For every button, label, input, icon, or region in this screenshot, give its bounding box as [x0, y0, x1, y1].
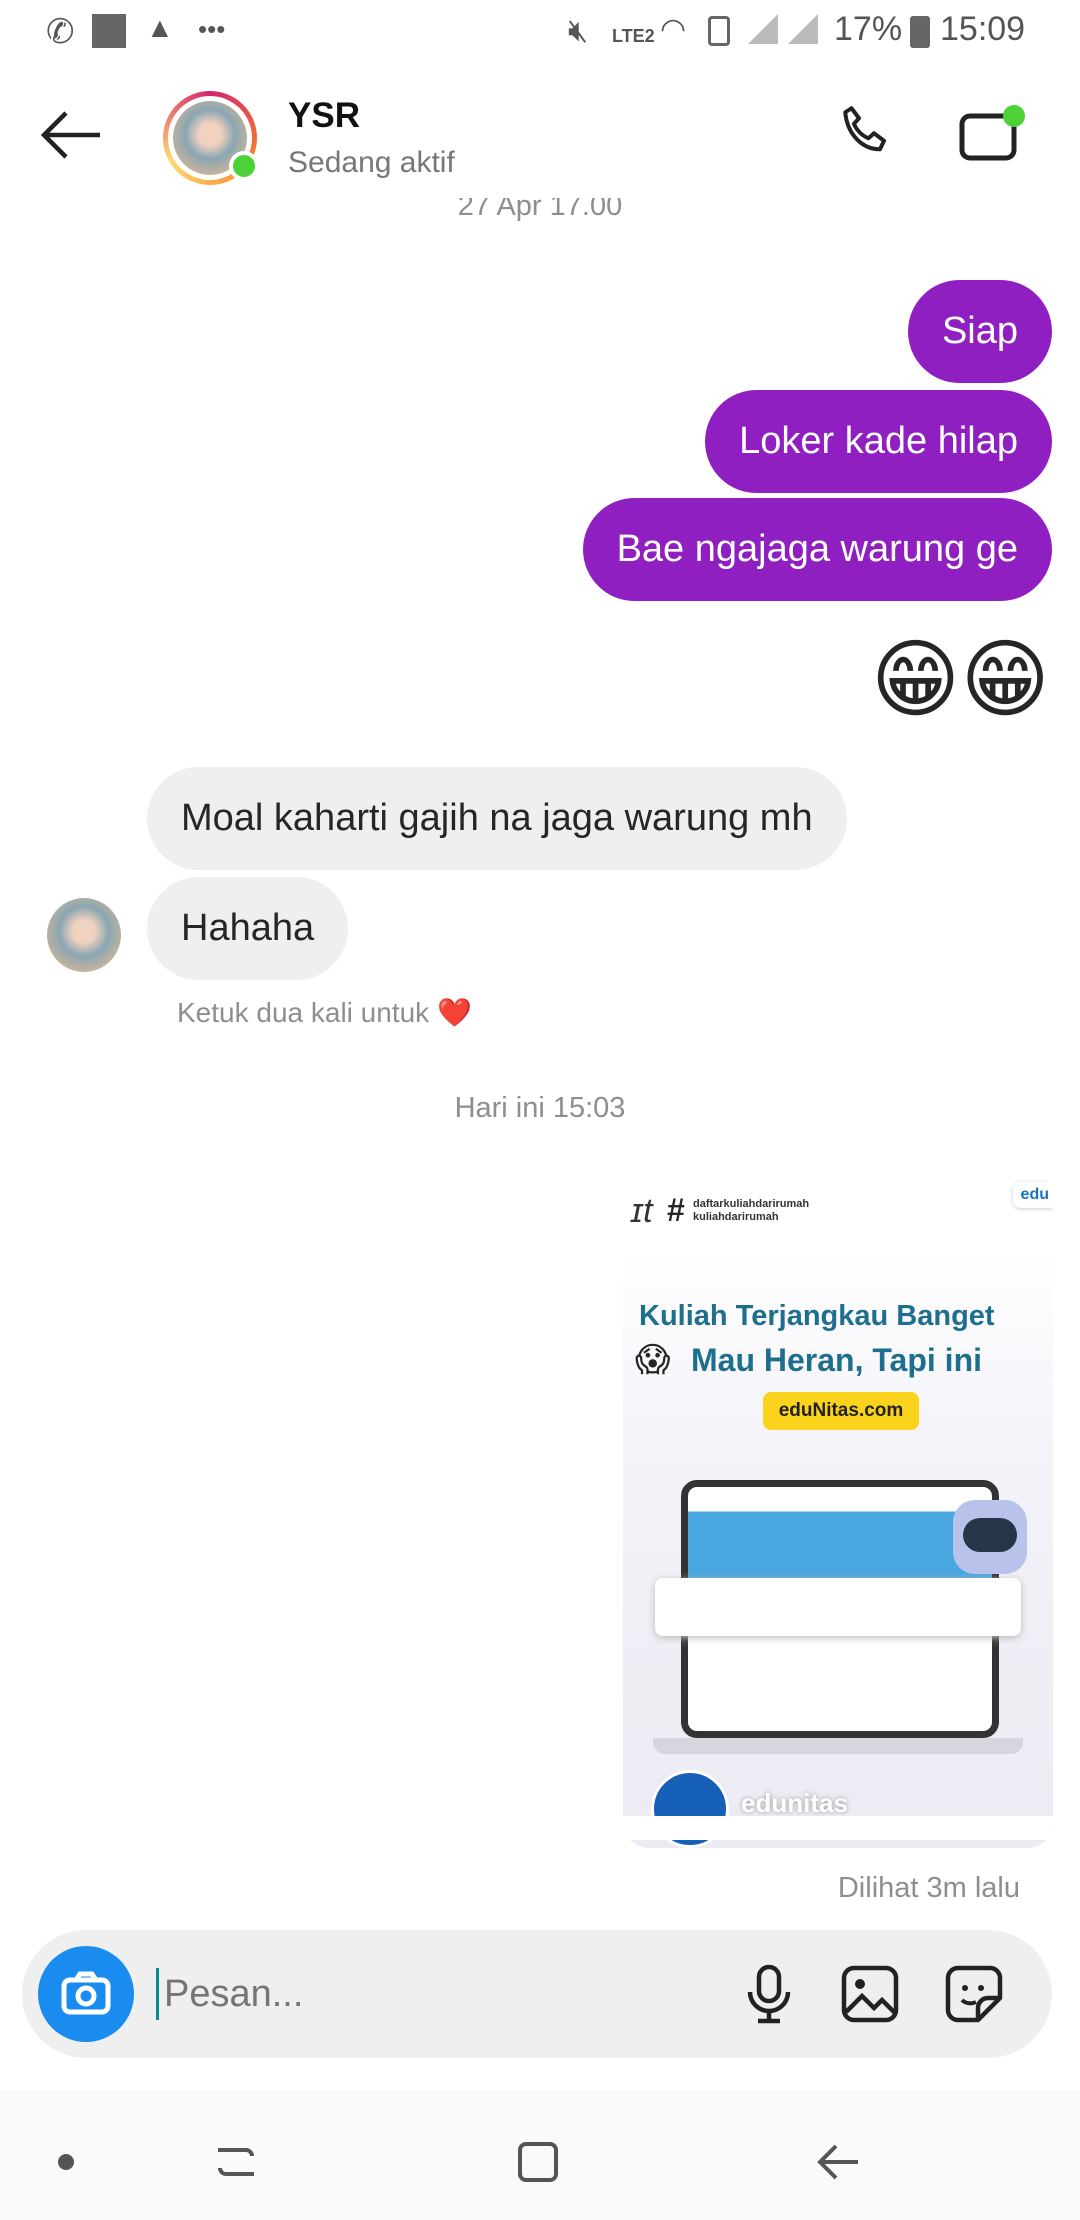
recents-button[interactable]: [214, 2140, 258, 2184]
more-notifications: •••: [198, 14, 226, 44]
edunitas-corner-logo: edu: [1012, 1182, 1053, 1208]
signal-icon: [748, 14, 778, 44]
app-notification-icon: ▲: [146, 12, 174, 43]
post-account-name: edunitas: [741, 1788, 848, 1818]
received-message[interactable]: Moal kaharti gajih na jaga warung mh: [147, 767, 847, 870]
whatsapp-icon: ✆: [46, 13, 75, 51]
post-headline-2: Mau Heran, Tapi ini: [691, 1342, 982, 1378]
call-button[interactable]: [835, 102, 895, 162]
contact-name[interactable]: YSR: [288, 96, 360, 136]
shared-post[interactable]: ɪt # daftarkuliahdarirumah kuliahdariruma…: [623, 1170, 1053, 1848]
laptop-base: [653, 1738, 1023, 1754]
home-button[interactable]: [516, 2140, 560, 2184]
hint-text: Ketuk dua kali untuk: [177, 997, 430, 1028]
sent-message[interactable]: Siap: [907, 280, 1052, 383]
robot-mascot: [953, 1500, 1027, 1574]
camera-button[interactable]: [38, 1946, 134, 2042]
message-composer: [22, 1930, 1052, 2058]
clock: 15:09: [940, 10, 1026, 48]
sticker-icon: [945, 1965, 1003, 2023]
received-message[interactable]: Hahaha: [147, 877, 349, 980]
image-icon: [841, 1965, 899, 2023]
camera-icon: [61, 1971, 111, 2015]
gallery-button[interactable]: [840, 1964, 900, 2024]
shocked-emoji: 😱: [635, 1341, 671, 1379]
video-icon: [959, 105, 1025, 161]
phone-icon: [843, 106, 886, 152]
sent-message[interactable]: Loker kade hilap: [705, 390, 1052, 493]
avatar[interactable]: [163, 91, 259, 185]
mosque-app-icon: [92, 14, 126, 48]
message-input[interactable]: [156, 1960, 716, 2028]
sim-icon: [708, 16, 730, 46]
back-button[interactable]: [40, 110, 102, 160]
seen-status: Dilihat 3m lalu: [837, 1872, 1020, 1904]
university-card: [655, 1578, 1021, 1636]
video-call-button[interactable]: [958, 104, 1028, 164]
hashtag-icon: #: [667, 1192, 685, 1228]
online-indicator: [229, 151, 259, 181]
hashtag-1: daftarkuliahdarirumah: [693, 1198, 810, 1210]
chat-header: YSR Sedang aktif: [0, 64, 1080, 198]
mute-icon: 🔇︎: [568, 12, 589, 48]
post-headline-1: Kuliah Terjangkau Banget: [639, 1300, 995, 1332]
back-nav-button[interactable]: [816, 2140, 860, 2184]
wifi-icon: ◠: [660, 13, 687, 46]
heart-icon: ❤️: [436, 997, 472, 1028]
nav-dot-icon[interactable]: [58, 2154, 74, 2170]
post-hashtags: daftarkuliahdarirumah kuliahdarirumah: [693, 1198, 809, 1224]
microphone-icon: [747, 1964, 791, 2024]
sender-avatar[interactable]: [47, 898, 121, 972]
hashtag-2: kuliahdarirumah: [693, 1211, 779, 1223]
home-icon: [518, 2142, 558, 2182]
status-bar: ✆ ▲ ••• 🔇︎ LTE2 ◠ 17% 15:09: [0, 0, 1080, 64]
battery-icon: [910, 16, 930, 48]
battery-percent: 17%: [834, 10, 903, 48]
post-partial-text: ɪt: [631, 1192, 653, 1230]
contact-status: Sedang aktif: [288, 146, 455, 179]
network-type: LTE2: [612, 26, 655, 46]
voice-button[interactable]: [744, 1964, 794, 2024]
post-badge: eduNitas.com: [763, 1392, 919, 1430]
back-nav-icon: [817, 2144, 858, 2180]
post-footer-links: [623, 1816, 1053, 1840]
signal-icon-2: [788, 14, 818, 44]
timestamp-today: Hari ini 15:03: [454, 1092, 626, 1124]
sent-emoji[interactable]: 😁😁: [871, 630, 1050, 730]
recents-icon: [218, 2148, 254, 2176]
sticker-button[interactable]: [944, 1964, 1004, 2024]
sent-message[interactable]: Bae ngajaga warung ge: [582, 498, 1052, 601]
double-tap-hint: Ketuk dua kali untuk ❤️: [177, 996, 472, 1029]
navigation-bar: [0, 2090, 1080, 2220]
